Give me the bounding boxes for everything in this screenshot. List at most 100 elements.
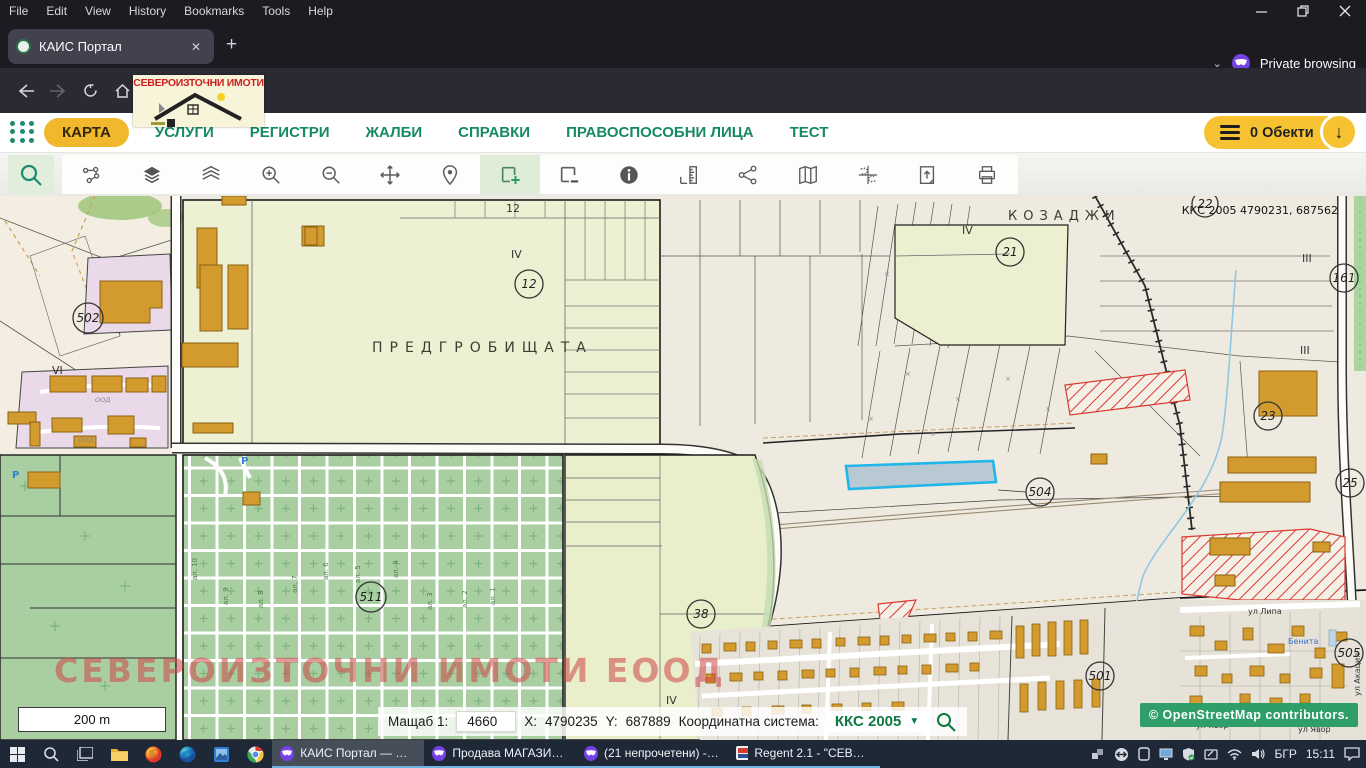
osm-attribution[interactable]: © OpenStreetMap contributors. — [1140, 703, 1358, 727]
private-window-icon — [432, 746, 446, 761]
agency-logo-title: СЕВЕРОИЗТОЧНИ ИМОТИ — [133, 77, 264, 89]
svg-text:×: × — [930, 430, 936, 438]
alley-8: ал. 8 — [257, 590, 265, 608]
apps-grid-icon[interactable] — [10, 121, 36, 145]
menu-tools[interactable]: Tools — [253, 4, 299, 18]
private-window-icon — [584, 746, 598, 761]
select-area-remove-tool[interactable] — [540, 155, 600, 194]
system-tray: БГР 15:11 — [1091, 740, 1360, 768]
scale-input[interactable]: 4660 — [456, 711, 516, 732]
browser-tab[interactable]: КАИС Портал ✕ — [8, 29, 214, 64]
coordinate-search-icon[interactable] — [935, 711, 957, 733]
tray-wifi-icon[interactable] — [1227, 749, 1242, 760]
export-page-tool[interactable] — [898, 155, 958, 194]
window-close-button[interactable] — [1324, 0, 1366, 22]
label-benita: Бенита — [1288, 637, 1319, 646]
print-tool[interactable] — [957, 155, 1017, 194]
menu-file[interactable]: File — [0, 4, 37, 18]
nav-item-karta[interactable]: КАРТА — [44, 118, 129, 147]
svg-text:×: × — [905, 370, 911, 378]
nav-item-zhalbi[interactable]: ЖАЛБИ — [366, 124, 423, 141]
map-canvas[interactable]: ××× ××× ×× — [0, 196, 1366, 740]
tray-display-icon[interactable] — [1159, 748, 1173, 760]
objects-button[interactable]: 0 Обекти ↓ — [1204, 116, 1356, 149]
info-tool[interactable] — [599, 155, 659, 194]
crs-dropdown-arrow-icon[interactable]: ▼ — [909, 716, 919, 727]
tray-security-icon[interactable] — [1182, 747, 1195, 761]
zoom-out-tool[interactable] — [301, 155, 361, 194]
edge-icon[interactable] — [170, 740, 204, 768]
alley-2: ал. 2 — [461, 590, 469, 608]
tray-volume-icon[interactable] — [1251, 748, 1265, 760]
layers-filled-tool[interactable] — [122, 155, 182, 194]
firefox-icon[interactable] — [136, 740, 170, 768]
windows-taskbar: КАИС Портал — Mo... Продава МАГАЗИН ... … — [0, 740, 1366, 768]
label-iv-2: IV — [962, 224, 973, 237]
taskbar-task-kais[interactable]: КАИС Портал — Mo... — [272, 740, 424, 768]
nav-item-test[interactable]: ТЕСТ — [790, 124, 829, 141]
new-tab-button[interactable]: + — [226, 34, 237, 56]
window-restore-button[interactable] — [1282, 0, 1324, 22]
circle-23: 23 — [1260, 409, 1275, 423]
tab-close-icon[interactable]: ✕ — [186, 38, 206, 56]
tray-phone-icon[interactable] — [1138, 747, 1150, 761]
cemetery-area — [0, 455, 563, 740]
forward-button[interactable] — [42, 76, 74, 106]
tab-bar: КАИС Портал ✕ + ⌄ Private browsing — [0, 22, 1366, 68]
taskbar-task-regent[interactable]: Regent 2.1 - "СЕВЕРО... — [728, 740, 880, 768]
menu-help[interactable]: Help — [299, 4, 342, 18]
zoom-in-tool[interactable] — [241, 155, 301, 194]
language-indicator[interactable]: БГР — [1274, 747, 1296, 761]
vertex-edit-tool[interactable] — [62, 155, 122, 194]
menu-edit[interactable]: Edit — [37, 4, 76, 18]
menu-history[interactable]: History — [120, 4, 175, 18]
menu-bookmarks[interactable]: Bookmarks — [175, 4, 253, 18]
select-area-add-tool[interactable] — [480, 155, 540, 194]
circle-25: 25 — [1342, 476, 1357, 490]
nav-item-spravki[interactable]: СПРАВКИ — [458, 124, 530, 141]
label-iv-3: IV — [666, 694, 677, 707]
map-status-bar: Мащаб 1: 4660 X: 4790235 Y: 687889 Коорд… — [378, 707, 967, 736]
share-nodes-tool[interactable] — [719, 155, 779, 194]
task-view-icon[interactable] — [68, 740, 102, 768]
file-explorer-icon[interactable] — [102, 740, 136, 768]
notification-center-icon[interactable] — [1344, 747, 1360, 761]
menu-view[interactable]: View — [76, 4, 120, 18]
objects-count: 0 Обекти — [1250, 125, 1314, 141]
label-iii-1: III — [1302, 252, 1312, 265]
taskbar-task-mail[interactable]: (21 непрочетени) - A... — [576, 740, 728, 768]
tray-remote-icon[interactable] — [1114, 747, 1129, 762]
reload-button[interactable] — [74, 76, 106, 106]
taskbar-search-icon[interactable] — [34, 740, 68, 768]
photos-app-icon[interactable] — [204, 740, 238, 768]
alley-9: ал. 9 — [222, 587, 230, 605]
window-minimize-button[interactable] — [1240, 0, 1282, 22]
mouse-coordinates: ККС 2005 4790231, 687562 — [1182, 204, 1338, 217]
back-button[interactable] — [10, 76, 42, 106]
location-pin-tool[interactable] — [420, 155, 480, 194]
parking-mark-1: P — [241, 456, 248, 467]
nav-item-pravosposobni[interactable]: ПРАВОСПОСОБНИ ЛИЦА — [566, 124, 754, 141]
y-label: Y: — [606, 714, 618, 729]
layers-outline-tool[interactable] — [181, 155, 241, 194]
tray-cubes-icon[interactable] — [1091, 748, 1105, 760]
alley-10: ал. 10 — [191, 558, 199, 580]
svg-text:×: × — [1005, 375, 1011, 383]
measure-tool[interactable] — [659, 155, 719, 194]
agency-logo-house-icon — [133, 89, 264, 127]
objects-download-button[interactable]: ↓ — [1320, 113, 1358, 151]
pan-tool[interactable] — [360, 155, 420, 194]
search-tool-button[interactable] — [8, 155, 54, 194]
browser-menubar: File Edit View History Bookmarks Tools H… — [0, 0, 1366, 22]
label-12: 12 — [506, 202, 520, 215]
taskbar-task-prodava[interactable]: Продава МАГАЗИН ... — [424, 740, 576, 768]
crs-dropdown[interactable]: ККС 2005 ▼ — [827, 711, 927, 732]
clock[interactable]: 15:11 — [1306, 747, 1335, 761]
chrome-icon[interactable] — [238, 740, 272, 768]
coordinate-grid-tool[interactable] — [838, 155, 898, 194]
tray-pen-icon[interactable] — [1204, 748, 1218, 760]
map-book-tool[interactable] — [778, 155, 838, 194]
alley-3: ал. 3 — [426, 592, 434, 610]
start-button[interactable] — [0, 740, 34, 768]
alley-4: ал. 4 — [392, 560, 400, 578]
